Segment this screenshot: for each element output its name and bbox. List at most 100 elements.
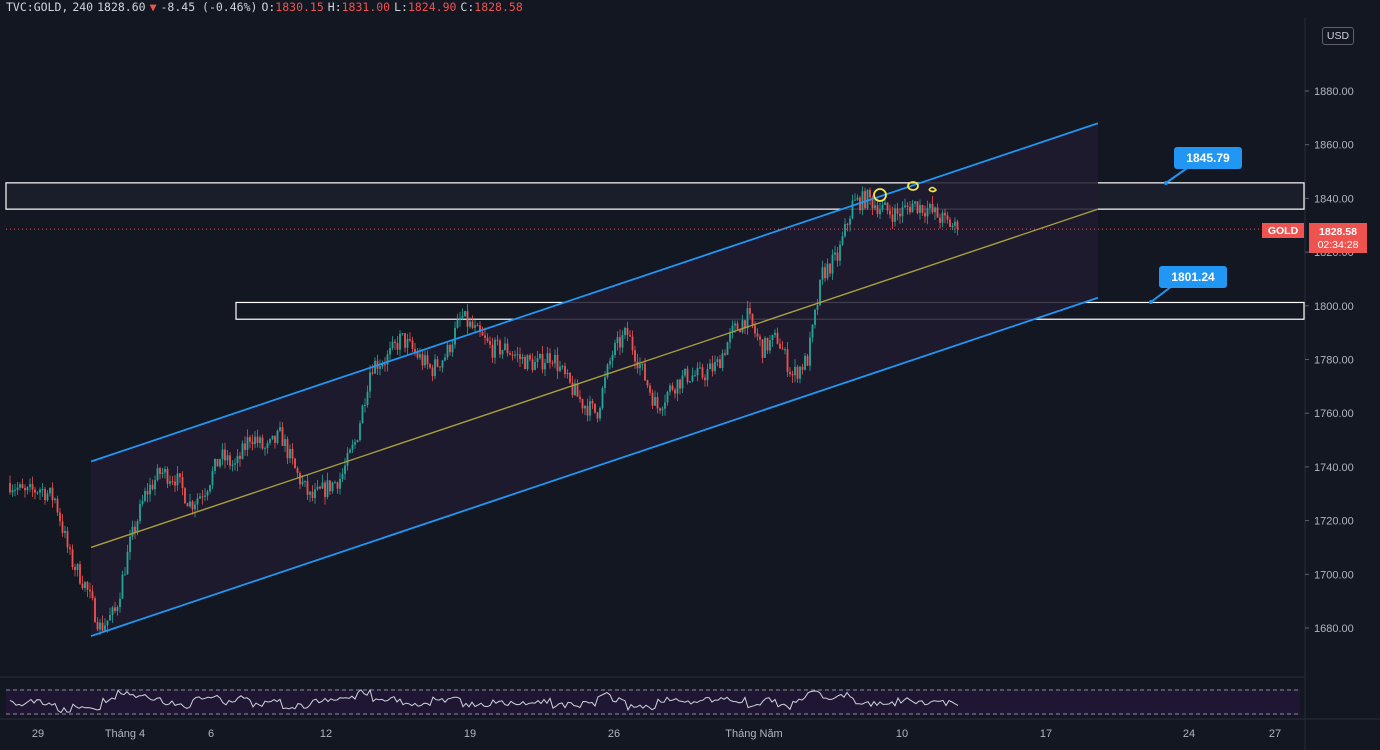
x-tick-label: 12 [320,728,332,740]
price-tag-countdown: 02:34:28 [1318,239,1359,251]
candle [94,596,96,623]
candle [81,575,84,590]
low-value: 1824.90 [407,0,457,14]
x-tick-label: Tháng 4 [105,728,145,740]
candle [84,580,86,592]
candle [36,491,39,495]
current-price-tag: GOLD 1828.58 02:34:28 [1262,223,1367,253]
candle [391,336,394,351]
callout-lower[interactable]: 1801.24 [1149,266,1227,304]
y-tick-label: 1680.00 [1314,623,1354,635]
candle [61,514,64,537]
candle [409,332,411,343]
y-tick-label: 1880.00 [1314,86,1354,98]
candle [601,386,604,410]
candle [29,478,31,493]
y-tick-label: 1860.00 [1314,140,1354,152]
candle [9,475,11,495]
candle [461,308,464,321]
chart-root[interactable]: 1680.00 1700.00 1720.00 1740.00 1760.00 1780.… [0,0,1380,750]
candle [399,330,401,357]
y-tick-label: 1740.00 [1314,462,1354,474]
candle [14,483,16,497]
x-tick-label: 26 [608,728,620,740]
candle [456,313,459,329]
price-change: -8.45 (-0.46%) [160,0,258,14]
y-tick-label: 1720.00 [1314,516,1354,528]
candle [74,563,76,577]
candle [389,341,391,361]
high-value: 1831.00 [341,0,391,14]
candle [49,487,51,497]
down-arrow-icon: ▼ [149,0,157,14]
candle [216,458,219,467]
candle [276,429,279,445]
close-value: 1828.58 [474,0,523,14]
open-label: O: [261,0,276,14]
x-tick-label: 29 [32,728,44,740]
callout-upper-label: 1845.79 [1186,151,1230,165]
candle [459,311,461,327]
candle [726,341,729,355]
symbol-name: TVC:GOLD, [6,0,69,14]
x-tick-label: 10 [896,728,908,740]
candle [359,420,361,442]
candle [31,476,34,497]
interval: 240 [72,0,94,14]
candle [24,484,26,498]
candle [71,544,74,570]
candle [809,331,811,371]
candle [39,487,41,501]
price-tag-symbol: GOLD [1268,225,1299,237]
candle [26,486,29,495]
candle [594,403,596,414]
candle [916,201,919,215]
candle [64,525,66,539]
indicator-band [6,689,1300,715]
x-tick-label: 19 [464,728,476,740]
price-tag-price: 1828.58 [1319,226,1357,238]
symbol-legend[interactable]: TVC:GOLD, 240 1828.60 ▼ -8.45 (-0.46%) O:1830… [6,0,527,16]
y-tick-label: 1800.00 [1314,301,1354,313]
candle [464,310,466,318]
y-tick-label: 1700.00 [1314,569,1354,581]
candle [34,486,36,500]
candle [361,404,364,424]
last-price: 1828.60 [97,0,146,14]
y-tick-label: 1760.00 [1314,408,1354,420]
x-tick-label: 6 [208,728,214,740]
candle [66,526,69,553]
candle [569,372,571,384]
price-chart[interactable]: 1680.00 1700.00 1720.00 1740.00 1760.00 1780.… [0,0,1380,750]
horizontal-zone-1[interactable] [5,182,1305,210]
candle [466,304,469,334]
candle [16,482,19,495]
candle [56,495,59,516]
candle [401,332,404,336]
candle [184,487,186,504]
low-label: L: [394,0,408,14]
candle [51,482,54,508]
callout-upper[interactable]: 1845.79 [1164,147,1242,185]
candle [86,581,89,598]
candle [89,582,91,599]
candle [606,363,609,380]
x-tick-label: Tháng Năm [725,728,782,740]
candle [21,478,24,489]
close-label: C: [460,0,475,14]
candle [19,482,21,491]
candle [79,560,81,585]
candle [396,336,399,355]
candle [411,336,414,353]
callout-lower-label: 1801.24 [1171,270,1215,284]
x-tick-label: 17 [1040,728,1052,740]
channel-middle-line[interactable] [90,208,1099,549]
high-label: H: [327,0,342,14]
candle [121,570,124,599]
candle [454,321,456,349]
x-tick-label: 27 [1269,728,1281,740]
candle [394,339,396,350]
candle [526,354,529,372]
currency-badge[interactable]: USD [1322,27,1354,45]
candle [474,319,476,333]
